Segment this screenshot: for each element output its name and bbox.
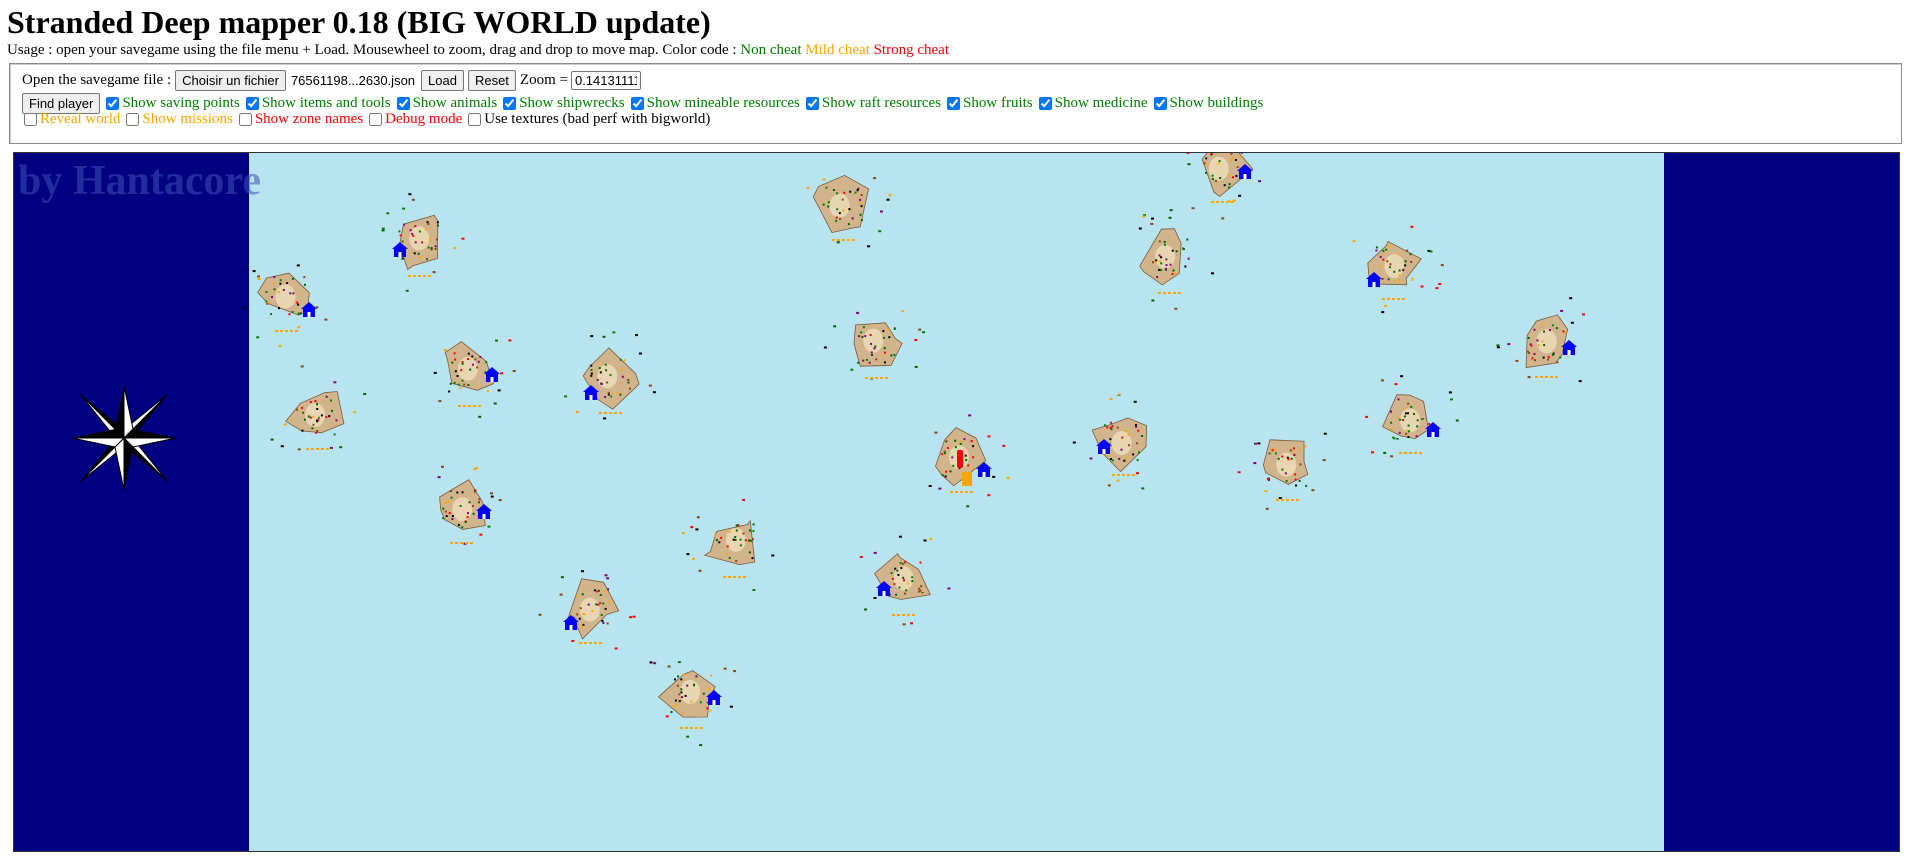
option-label[interactable]: Show missions	[142, 111, 232, 128]
option-label[interactable]: Reveal world	[40, 111, 120, 128]
option-checkbox-show-buildings[interactable]	[1153, 97, 1167, 110]
controls-panel: Open the savegame file : Choisir un fich…	[9, 63, 1902, 144]
island-i11	[1237, 432, 1327, 510]
island-i5	[564, 331, 656, 420]
island-i17	[437, 465, 502, 545]
island-i1	[381, 193, 465, 292]
option-checkbox-show-zone-names[interactable]	[238, 113, 252, 126]
option-label[interactable]: Show medicine	[1055, 95, 1148, 112]
usage-instructions: Usage : open your savegame using the fil…	[7, 42, 737, 58]
island-i12	[1072, 393, 1148, 490]
legend-mild-cheat: Mild cheat	[805, 42, 870, 58]
usage-text: Usage : open your savegame using the fil…	[7, 41, 949, 59]
option-label[interactable]: Show raft resources	[822, 95, 941, 112]
island-i14	[823, 310, 926, 380]
load-button[interactable]: Load	[421, 70, 464, 91]
option-label[interactable]: Show mineable resources	[647, 95, 800, 112]
legend-non-cheat: Non cheat	[740, 42, 802, 58]
option-checkbox-show-raft-resources[interactable]	[805, 97, 819, 110]
option-checkbox-show-medicine[interactable]	[1038, 97, 1052, 110]
option-label[interactable]: Debug mode	[385, 111, 462, 128]
zoom-label: Zoom =	[519, 72, 568, 88]
island-i20	[649, 661, 737, 747]
choose-file-button[interactable]: Choisir un fichier	[175, 70, 286, 91]
reset-button[interactable]: Reset	[467, 70, 516, 91]
option-label[interactable]: Show shipwrecks	[519, 95, 624, 112]
file-row: Open the savegame file : Choisir un fich…	[22, 70, 641, 91]
island-i15	[806, 174, 892, 248]
island-i9	[1496, 297, 1585, 383]
option-checkbox-show-saving-points[interactable]	[106, 97, 120, 110]
option-label[interactable]: Show saving points	[122, 95, 240, 112]
option-checkbox-show-missions[interactable]	[126, 113, 140, 126]
option-checkbox-debug-mode[interactable]	[369, 113, 383, 126]
open-file-label: Open the savegame file :	[22, 72, 172, 88]
options-row-2: Reveal world Show missions Show zone names…	[20, 111, 712, 128]
option-checkbox-show-mineable-resources[interactable]	[630, 97, 644, 110]
island-i7	[1138, 209, 1214, 310]
map-canvas[interactable]: by Hantacore	[13, 152, 1900, 852]
option-checkbox-reveal-world[interactable]	[24, 113, 37, 126]
option-label[interactable]: Show zone names	[255, 111, 363, 128]
island-i4	[270, 365, 367, 451]
option-checkbox-show-items-and-tools[interactable]	[245, 97, 259, 110]
island-i3	[433, 339, 516, 418]
island-i10	[1365, 375, 1459, 458]
option-checkbox-show-animals[interactable]	[396, 97, 410, 110]
islands-layer	[242, 153, 1585, 747]
island-i13	[928, 414, 1010, 508]
option-label[interactable]: Show buildings	[1170, 95, 1264, 112]
option-label[interactable]: Use textures (bad perf with bigworld)	[484, 111, 710, 128]
island-i16	[682, 498, 775, 591]
option-label[interactable]: Show fruits	[963, 95, 1033, 112]
island-i2	[242, 264, 328, 347]
island-i18	[859, 535, 951, 626]
island-i8	[1352, 225, 1444, 314]
option-label[interactable]: Show items and tools	[262, 95, 391, 112]
zoom-input[interactable]	[570, 71, 641, 90]
island-i19	[538, 570, 636, 650]
option-checkbox-show-fruits[interactable]	[947, 97, 961, 110]
option-checkbox-use-textures-bad-perf-with-bigworld[interactable]	[468, 113, 482, 126]
file-name: 76561198...2630.json	[290, 73, 416, 88]
page-title: Stranded Deep mapper 0.18 (BIG WORLD upd…	[7, 4, 711, 40]
island-i6	[1186, 153, 1262, 220]
legend-strong-cheat: Strong cheat	[873, 42, 949, 58]
option-label[interactable]: Show animals	[413, 95, 498, 112]
option-checkbox-show-shipwrecks[interactable]	[503, 97, 517, 110]
